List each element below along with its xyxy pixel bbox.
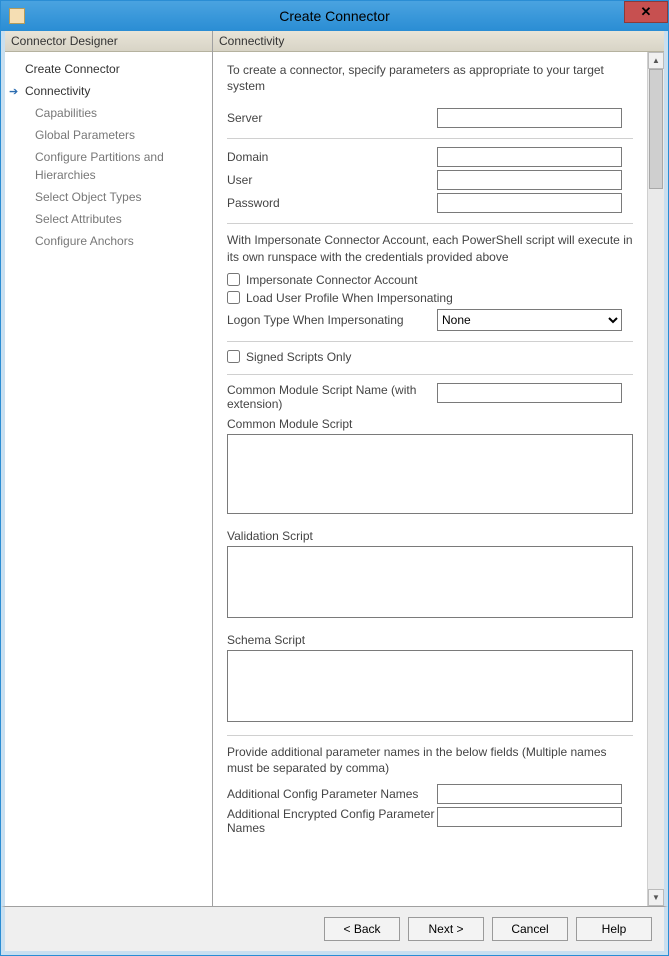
sidebar-item-label: Configure Partitions and Hierarchies (35, 150, 164, 182)
validation-script-textarea[interactable] (227, 546, 633, 618)
password-label: Password (227, 196, 437, 210)
common-module-script-label: Common Module Script (227, 417, 633, 431)
chevron-up-icon: ▲ (652, 56, 660, 65)
cancel-button[interactable]: Cancel (492, 917, 568, 941)
sidebar-item-object-types[interactable]: Select Object Types (5, 186, 212, 208)
load-profile-checkbox[interactable] (227, 291, 240, 304)
chevron-down-icon: ▼ (652, 893, 660, 902)
scroll-track[interactable] (648, 69, 664, 889)
sidebar-item-global-parameters[interactable]: Global Parameters (5, 124, 212, 146)
logon-type-row: Logon Type When Impersonating None (227, 309, 633, 331)
sidebar-item-label: Capabilities (35, 106, 97, 120)
sidebar-item-label: Select Object Types (35, 190, 142, 204)
user-row: User (227, 170, 633, 190)
app-icon (9, 8, 25, 24)
signed-only-check-label: Signed Scripts Only (246, 350, 351, 364)
impersonate-note: With Impersonate Connector Account, each… (227, 232, 633, 264)
title-bar[interactable]: Create Connector ✕ (1, 1, 668, 31)
sidebar-item-label: Global Parameters (35, 128, 135, 142)
scroll-thumb[interactable] (649, 69, 663, 189)
separator (227, 341, 633, 342)
separator (227, 223, 633, 224)
impersonate-check-label: Impersonate Connector Account (246, 273, 417, 287)
user-input[interactable] (437, 170, 622, 190)
sidebar-item-capabilities[interactable]: Capabilities (5, 102, 212, 124)
content-wrap: To create a connector, specify parameter… (213, 52, 664, 906)
server-input[interactable] (437, 108, 622, 128)
separator (227, 735, 633, 736)
window-title: Create Connector (1, 8, 668, 24)
separator (227, 138, 633, 139)
impersonate-checkbox[interactable] (227, 273, 240, 286)
sidebar-panel: Connector Designer Create Connector ➔ Co… (5, 31, 213, 906)
sidebar-item-connectivity[interactable]: ➔ Connectivity (5, 80, 212, 102)
additional-config-row: Additional Config Parameter Names (227, 784, 633, 804)
additional-encrypted-input[interactable] (437, 807, 622, 827)
password-input[interactable] (437, 193, 622, 213)
current-step-arrow-icon: ➔ (9, 83, 18, 101)
password-row: Password (227, 193, 633, 213)
common-module-name-input[interactable] (437, 383, 622, 403)
validation-script-label: Validation Script (227, 529, 633, 543)
main-panel: Connectivity To create a connector, spec… (213, 31, 664, 906)
sidebar-header: Connector Designer (5, 31, 212, 52)
logon-type-select[interactable]: None (437, 309, 622, 331)
separator (227, 374, 633, 375)
common-module-name-label: Common Module Script Name (with extensio… (227, 383, 437, 411)
signed-only-checkbox[interactable] (227, 350, 240, 363)
additional-config-input[interactable] (437, 784, 622, 804)
schema-script-textarea[interactable] (227, 650, 633, 722)
intro-text: To create a connector, specify parameter… (227, 62, 633, 94)
sidebar-item-label: Select Attributes (35, 212, 122, 226)
content-area: To create a connector, specify parameter… (213, 52, 647, 906)
logon-type-label: Logon Type When Impersonating (227, 313, 437, 327)
wizard-footer: < Back Next > Cancel Help (1, 906, 668, 955)
common-module-script-textarea[interactable] (227, 434, 633, 514)
sidebar-item-label: Configure Anchors (35, 234, 134, 248)
schema-script-label: Schema Script (227, 633, 633, 647)
load-profile-check-label: Load User Profile When Impersonating (246, 291, 453, 305)
close-icon: ✕ (641, 4, 652, 20)
additional-encrypted-row: Additional Encrypted Config Parameter Na… (227, 807, 633, 835)
sidebar-item-attributes[interactable]: Select Attributes (5, 208, 212, 230)
main-header: Connectivity (213, 31, 664, 52)
window-frame: Create Connector ✕ Connector Designer Cr… (0, 0, 669, 956)
sidebar-item-create-connector[interactable]: Create Connector (5, 58, 212, 80)
additional-note: Provide additional parameter names in th… (227, 744, 633, 776)
additional-config-label: Additional Config Parameter Names (227, 787, 437, 801)
help-button[interactable]: Help (576, 917, 652, 941)
domain-row: Domain (227, 147, 633, 167)
scroll-up-button[interactable]: ▲ (648, 52, 664, 69)
sidebar-item-label: Connectivity (25, 84, 90, 98)
next-button[interactable]: Next > (408, 917, 484, 941)
signed-only-check-row: Signed Scripts Only (227, 350, 633, 364)
additional-encrypted-label: Additional Encrypted Config Parameter Na… (227, 807, 437, 835)
window-body: Connector Designer Create Connector ➔ Co… (1, 31, 668, 906)
common-module-name-row: Common Module Script Name (with extensio… (227, 383, 633, 411)
close-button[interactable]: ✕ (624, 1, 668, 23)
domain-label: Domain (227, 150, 437, 164)
load-profile-check-row: Load User Profile When Impersonating (227, 291, 633, 305)
server-row: Server (227, 108, 633, 128)
impersonate-check-row: Impersonate Connector Account (227, 273, 633, 287)
domain-input[interactable] (437, 147, 622, 167)
user-label: User (227, 173, 437, 187)
sidebar-item-partitions[interactable]: Configure Partitions and Hierarchies (5, 146, 212, 186)
server-label: Server (227, 111, 437, 125)
sidebar-item-label: Create Connector (25, 62, 120, 76)
vertical-scrollbar[interactable]: ▲ ▼ (647, 52, 664, 906)
sidebar-item-anchors[interactable]: Configure Anchors (5, 230, 212, 252)
scroll-down-button[interactable]: ▼ (648, 889, 664, 906)
back-button[interactable]: < Back (324, 917, 400, 941)
sidebar-nav: Create Connector ➔ Connectivity Capabili… (5, 52, 212, 252)
